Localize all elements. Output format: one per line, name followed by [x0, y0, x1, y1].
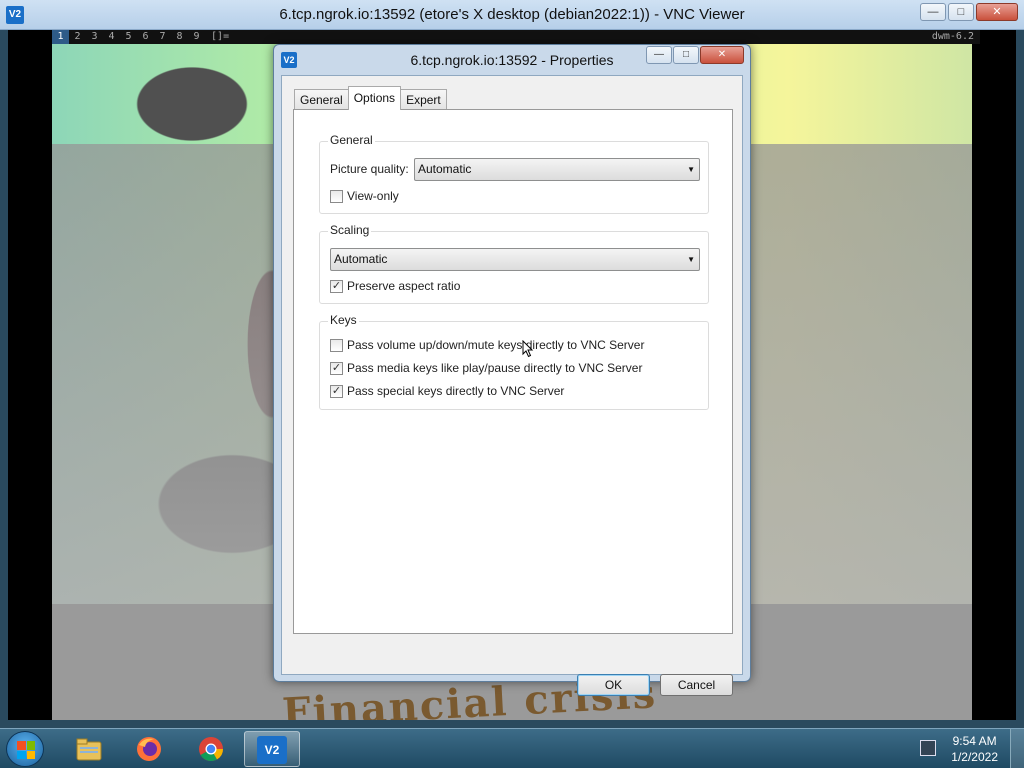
- scaling-select[interactable]: Automatic ▼: [330, 248, 700, 271]
- picture-quality-label: Picture quality:: [330, 162, 409, 176]
- start-button[interactable]: [6, 731, 44, 767]
- tab-strip: General Options Expert: [294, 86, 447, 110]
- workspace-tag-4[interactable]: 4: [103, 30, 120, 44]
- workspace-tag-8[interactable]: 8: [171, 30, 188, 44]
- key-option-row[interactable]: ✓ Pass special keys directly to VNC Serv…: [330, 384, 564, 398]
- preserve-aspect-checkbox[interactable]: ✓: [330, 279, 343, 293]
- dialog-minimize-icon[interactable]: —: [646, 46, 672, 64]
- dialog-maximize-icon[interactable]: □: [673, 46, 699, 64]
- general-group: General Picture quality: Automatic ▼ Vie…: [319, 133, 709, 214]
- firefox-icon[interactable]: [122, 731, 178, 767]
- volume-keys-checkbox[interactable]: [330, 338, 343, 352]
- clock-time: 9:54 AM: [952, 734, 997, 748]
- tab-general[interactable]: General: [294, 89, 349, 110]
- special-keys-label: Pass special keys directly to VNC Server: [347, 384, 565, 398]
- workspace-tag-9[interactable]: 9: [188, 30, 205, 44]
- preserve-aspect-label: Preserve aspect ratio: [347, 279, 461, 293]
- layout-symbol: []=: [211, 31, 230, 42]
- close-icon[interactable]: ✕: [976, 3, 1018, 21]
- keys-group: Keys Pass volume up/down/mute keys direc…: [319, 313, 709, 410]
- network-icon[interactable]: [920, 740, 936, 756]
- scaling-group: Scaling Automatic ▼ ✓ Preserve aspect ra…: [319, 223, 709, 304]
- dialog-titlebar[interactable]: V2 6.tcp.ngrok.io:13592 - Properties — □…: [274, 45, 750, 75]
- special-keys-checkbox[interactable]: ✓: [330, 384, 343, 398]
- window-title: 6.tcp.ngrok.io:13592 (etore's X desktop …: [279, 6, 745, 23]
- cancel-button[interactable]: Cancel: [660, 674, 733, 696]
- workspace-tag-5[interactable]: 5: [120, 30, 137, 44]
- options-panel: General Picture quality: Automatic ▼ Vie…: [293, 109, 733, 634]
- media-keys-checkbox[interactable]: ✓: [330, 361, 343, 375]
- workspace-tag-2[interactable]: 2: [69, 30, 86, 44]
- volume-keys-label: Pass volume up/down/mute keys directly t…: [347, 338, 645, 352]
- view-only-checkbox[interactable]: [330, 189, 343, 203]
- dwm-status-bar: 123456789 []= dwm-6.2: [52, 30, 980, 44]
- preserve-aspect-row[interactable]: ✓ Preserve aspect ratio: [330, 279, 460, 293]
- taskbar: V2 9:54 AM 1/2/2022: [0, 728, 1024, 768]
- dialog-body: General Options Expert General Picture q…: [281, 75, 743, 696]
- windows-explorer-icon[interactable]: [62, 731, 118, 767]
- show-desktop-button[interactable]: [1010, 729, 1024, 768]
- tab-options[interactable]: Options: [347, 86, 402, 110]
- system-tray: 9:54 AM 1/2/2022: [914, 729, 1024, 768]
- key-option-row[interactable]: Pass volume up/down/mute keys directly t…: [330, 338, 644, 352]
- chevron-down-icon: ▼: [687, 165, 695, 174]
- key-option-row[interactable]: ✓ Pass media keys like play/pause direct…: [330, 361, 642, 375]
- maximize-icon[interactable]: □: [948, 3, 974, 21]
- group-title-general: General: [328, 133, 375, 147]
- chevron-down-icon: ▼: [687, 255, 695, 264]
- picture-quality-select[interactable]: Automatic ▼: [414, 158, 700, 181]
- dwm-status-text: dwm-6.2: [931, 31, 974, 42]
- group-title-keys: Keys: [328, 313, 359, 327]
- clock-date: 1/2/2022: [951, 750, 998, 764]
- picture-quality-value: Automatic: [418, 162, 472, 176]
- clock[interactable]: 9:54 AM 1/2/2022: [951, 733, 998, 765]
- workspace-tag-7[interactable]: 7: [154, 30, 171, 44]
- mouse-pointer-icon: [522, 340, 534, 358]
- vnc-viewer-titlebar[interactable]: V2 6.tcp.ngrok.io:13592 (etore's X deskt…: [0, 0, 1024, 30]
- workspace-tag-1[interactable]: 1: [52, 30, 69, 44]
- view-only-label: View-only: [347, 189, 399, 203]
- vnc-viewer-icon[interactable]: V2: [244, 731, 300, 767]
- view-only-row[interactable]: View-only: [330, 189, 399, 203]
- minimize-icon[interactable]: —: [920, 3, 946, 21]
- windows-logo-icon: [17, 741, 35, 759]
- properties-dialog: V2 6.tcp.ngrok.io:13592 - Properties — □…: [273, 44, 751, 696]
- workspace-tag-3[interactable]: 3: [86, 30, 103, 44]
- workspace-tag-6[interactable]: 6: [137, 30, 154, 44]
- chrome-icon[interactable]: [184, 731, 240, 767]
- media-keys-label: Pass media keys like play/pause directly…: [347, 361, 643, 375]
- tab-expert[interactable]: Expert: [400, 89, 447, 110]
- scaling-value: Automatic: [334, 252, 388, 266]
- dialog-close-icon[interactable]: ✕: [700, 46, 744, 64]
- picture-quality-row: Picture quality:: [330, 162, 409, 176]
- ok-button[interactable]: OK: [577, 674, 650, 696]
- group-title-scaling: Scaling: [328, 223, 372, 237]
